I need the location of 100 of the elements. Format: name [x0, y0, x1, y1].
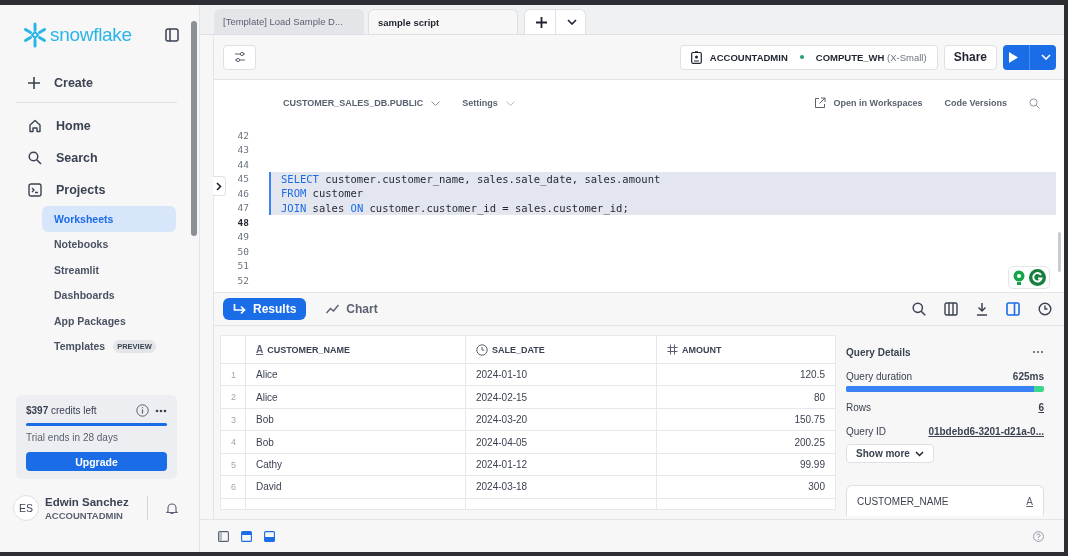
top-panel-icon[interactable]	[241, 530, 252, 542]
search-icon	[28, 151, 42, 165]
bottom-panel-icon[interactable]	[264, 530, 275, 542]
user-name: Edwin Sanchez	[45, 495, 129, 508]
settings-dropdown[interactable]: Settings	[462, 98, 515, 108]
external-link-icon[interactable]	[813, 97, 826, 109]
table-cell: 300	[656, 475, 836, 499]
nav-item[interactable]: Search	[16, 142, 177, 174]
chevron-right-icon	[216, 181, 222, 191]
table-cell: 2024-03-18	[465, 475, 657, 499]
table-cell: Bob	[245, 408, 466, 431]
more-icon[interactable]	[155, 408, 167, 413]
table-cell: 2024-03-20	[465, 408, 657, 431]
worksheet-tab[interactable]: [Template] Load Sample D...	[214, 9, 364, 34]
column-header[interactable]: SALE_DATE	[465, 335, 657, 364]
logo-text: snowflake	[50, 24, 132, 46]
rows-label: Rows	[846, 401, 871, 413]
column-header[interactable]: AMOUNT	[656, 335, 836, 364]
worksheet-tab[interactable]: sample script	[368, 9, 518, 34]
sub-nav-item[interactable]: Notebooks	[42, 231, 176, 257]
row-number: 3	[220, 408, 246, 431]
query-id-label: Query ID	[846, 425, 886, 437]
lightbulb-icon[interactable]	[1012, 269, 1026, 286]
table-cell: Cathy	[245, 453, 466, 476]
row-number: 6	[220, 475, 246, 499]
run-button[interactable]	[1003, 44, 1056, 70]
badge-icon	[690, 50, 702, 64]
sub-nav-item[interactable]: Worksheets	[42, 206, 176, 232]
sub-nav-item[interactable]: Streamlit	[42, 257, 176, 283]
columns-icon[interactable]	[944, 302, 958, 316]
sidebar-toggle-icon[interactable]	[165, 28, 179, 42]
sliders-icon	[233, 51, 246, 63]
result-tab[interactable]: Chart	[316, 298, 388, 320]
line-number: 49	[236, 231, 250, 243]
line-number: 48	[236, 216, 250, 228]
open-in-workspaces-link[interactable]: Open in Workspaces	[833, 98, 923, 108]
terminal-icon	[28, 183, 42, 197]
nav-item[interactable]: Home	[16, 110, 177, 142]
line-number: 44	[236, 158, 250, 170]
row-number: 4	[220, 430, 246, 454]
table-cell: David	[245, 475, 466, 499]
table-cell: 150.75	[656, 408, 836, 431]
sub-nav-item[interactable]: Dashboards	[42, 282, 176, 308]
column-card-title: CUSTOMER_NAME	[857, 495, 949, 507]
left-panel-icon[interactable]	[218, 530, 229, 542]
table-cell: 200.25	[656, 430, 836, 454]
nav-item[interactable]: Projects	[16, 174, 177, 206]
row-number: 5	[220, 453, 246, 476]
clock-icon[interactable]	[1038, 302, 1052, 316]
line-number: 50	[236, 245, 250, 257]
clock-icon	[476, 343, 488, 356]
table-cell: 2024-01-10	[465, 363, 657, 386]
table-cell: 2024-02-15	[465, 385, 657, 409]
line-number: 45	[236, 173, 250, 185]
duration-label: Query duration	[846, 370, 913, 382]
role-warehouse-selector[interactable]: ACCOUNTADMIN COMPUTE_WH (X-Small)	[679, 44, 938, 70]
details-title: Query Details	[846, 346, 911, 358]
split-panel-icon[interactable]	[1006, 302, 1020, 316]
upgrade-button[interactable]: Upgrade	[26, 452, 167, 471]
context-dropdown[interactable]: CUSTOMER_SALES_DB.PUBLIC	[283, 98, 441, 108]
duration-value: 625ms	[1012, 370, 1044, 382]
line-number: 51	[236, 260, 250, 272]
play-icon	[1008, 51, 1018, 63]
table-cell: Bob	[245, 430, 466, 454]
chevron-down-icon	[505, 100, 515, 106]
line-number: 46	[236, 187, 250, 199]
chevron-down-icon	[1040, 54, 1051, 60]
result-tab[interactable]: Results	[223, 298, 307, 320]
bell-icon[interactable]	[165, 501, 178, 515]
chevron-down-icon	[431, 100, 441, 106]
credits-text: $397 credits left	[26, 405, 97, 416]
search-icon[interactable]	[912, 302, 926, 316]
grammar-logo-icon[interactable]	[1029, 269, 1046, 286]
row-number: 2	[220, 385, 246, 409]
download-icon[interactable]	[976, 302, 988, 316]
table-cell: 120.5	[656, 363, 836, 386]
more-icon[interactable]	[1032, 350, 1044, 354]
code-versions-link[interactable]: Code Versions	[944, 98, 1007, 108]
expand-button[interactable]	[213, 176, 226, 196]
table-cell: 2024-04-05	[465, 430, 657, 454]
line-chart-icon	[326, 304, 340, 314]
rows-link[interactable]: 6	[1038, 401, 1044, 413]
trial-text: Trial ends in 28 days	[26, 432, 119, 443]
line-number: 43	[236, 144, 250, 156]
chevron-down-icon[interactable]	[567, 19, 577, 25]
table-cell: Alice	[245, 363, 466, 386]
line-number: 52	[236, 274, 250, 286]
hash-icon	[667, 344, 678, 355]
plus-icon[interactable]	[536, 16, 547, 28]
query-id-link[interactable]: 01bdebd6-3201-d21a-0...	[928, 425, 1044, 437]
create-button[interactable]: Create	[16, 67, 177, 99]
share-button[interactable]: Share	[943, 44, 997, 70]
show-more-button[interactable]: Show more	[846, 444, 934, 463]
info-icon[interactable]	[136, 404, 149, 417]
sub-nav-item[interactable]: App Packages	[42, 308, 176, 334]
user-avatar[interactable]: ES	[13, 495, 39, 521]
table-cell: 2024-01-12	[465, 453, 657, 476]
text-type-icon: A	[1026, 495, 1033, 507]
table-cell: 80	[656, 385, 836, 409]
column-header[interactable]: A CUSTOMER_NAME	[245, 335, 466, 364]
